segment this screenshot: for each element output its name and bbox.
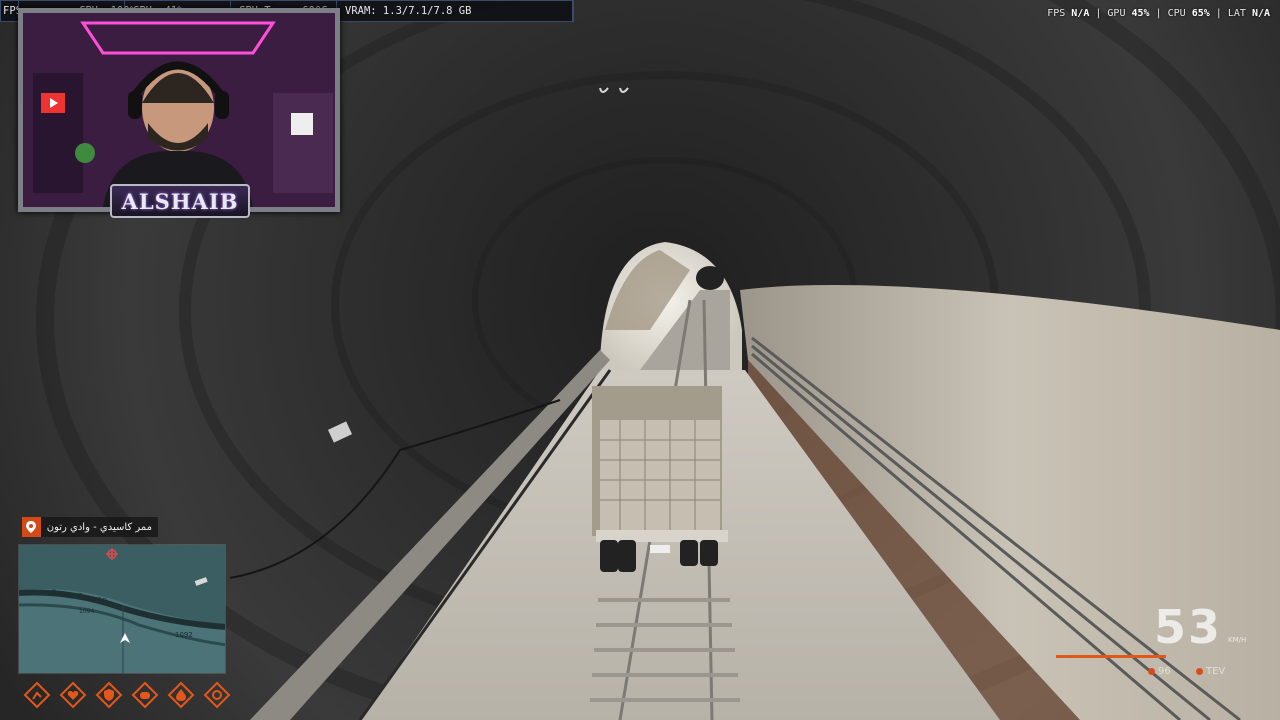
minimap-elevation-1: 1092 xyxy=(175,631,193,639)
webcam-overlay: ALSHAIB xyxy=(18,8,340,218)
perf-gpu-value: 45% xyxy=(1131,8,1150,19)
engine-icon xyxy=(1196,668,1203,675)
stamina-icon xyxy=(22,680,52,710)
speed-value: 53 xyxy=(1154,600,1223,654)
engine-stat: TEV xyxy=(1196,666,1225,677)
performance-overlay: FPS N/A | GPU 45% | CPU 65% | LAT N/A xyxy=(1047,8,1270,19)
perf-cpu-value: 65% xyxy=(1191,8,1210,19)
minimap: Raton Canyon 1094 1092 xyxy=(18,544,226,674)
location-label: ممر كاسيدي - وادي رتون xyxy=(22,517,158,537)
perf-fps-label: FPS xyxy=(1047,8,1066,19)
perf-gpu-label: GPU xyxy=(1107,8,1126,19)
engine-value: TEV xyxy=(1206,666,1226,677)
channel-logo: ALSHAIB xyxy=(110,184,250,218)
health-icon xyxy=(58,680,88,710)
hunger-icon xyxy=(130,680,160,710)
thirst-icon xyxy=(166,680,196,710)
minimap-elevation-2: 1094 xyxy=(79,608,94,615)
speedometer: 53 KM/H xyxy=(1140,598,1260,658)
location-text: ممر كاسيدي - وادي رتون xyxy=(46,521,152,533)
fuel-stat: 96 xyxy=(1148,666,1171,677)
perf-lat-value: N/A xyxy=(1251,8,1270,19)
perf-lat-label: LAT xyxy=(1227,8,1246,19)
speed-unit: KM/H xyxy=(1228,636,1247,644)
stress-icon xyxy=(202,680,232,710)
status-icons xyxy=(22,680,232,710)
fuel-icon xyxy=(1148,668,1155,675)
perf-fps-value: N/A xyxy=(1071,8,1090,19)
stat-fps: FPS xyxy=(1,1,19,21)
fuel-value: 96 xyxy=(1158,666,1171,677)
stat-vram: VRAM: 1.3/7.1/7.8 GB xyxy=(337,1,573,21)
webcam-feed xyxy=(23,13,335,207)
perf-cpu-label: CPU xyxy=(1167,8,1186,19)
armor-icon xyxy=(94,680,124,710)
webcam-frame xyxy=(18,8,340,212)
channel-logo-text: ALSHAIB xyxy=(121,188,239,214)
minimap-canvas: Raton Canyon 1094 1092 xyxy=(19,545,225,673)
location-pin-icon xyxy=(22,517,41,537)
speed-bar xyxy=(1056,655,1166,658)
